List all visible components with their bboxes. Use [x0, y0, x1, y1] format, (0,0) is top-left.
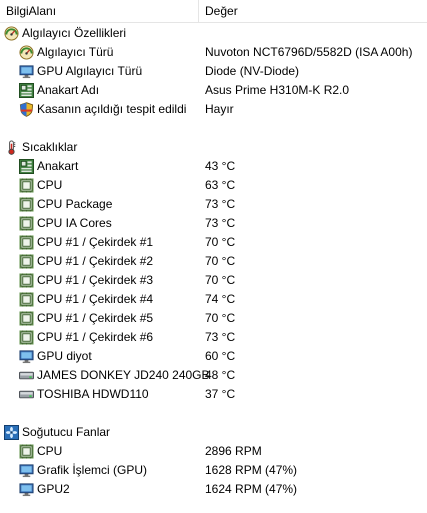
field-label: Anakart: [37, 159, 79, 173]
sensor-row[interactable]: CPU #1 / Çekirdek #1 70 °C: [0, 233, 427, 252]
field-value: 48 °C: [205, 368, 236, 382]
sensor-row[interactable]: CPU #1 / Çekirdek #2 70 °C: [0, 252, 427, 271]
field-value: Hayır: [205, 102, 234, 116]
sensor-row[interactable]: CPU #1 / Çekirdek #3 70 °C: [0, 271, 427, 290]
sensor-row[interactable]: Algılayıcı Türü Nuvoton NCT6796D/5582D (I…: [0, 43, 427, 62]
monitor-icon: [19, 64, 34, 79]
field-value: 60 °C: [205, 349, 236, 363]
field-value: 70 °C: [205, 273, 236, 287]
field-value: 73 °C: [205, 216, 236, 230]
field-value: 70 °C: [205, 254, 236, 268]
cpu-chip-icon: [19, 254, 34, 269]
cpu-chip-icon: [19, 292, 34, 307]
monitor-icon: [19, 463, 34, 478]
field-value: 74 °C: [205, 292, 236, 306]
section-header[interactable]: Sıcaklıklar: [0, 138, 427, 157]
field-value: 1624 RPM (47%): [205, 482, 298, 496]
sensor-row[interactable]: CPU #1 / Çekirdek #6 73 °C: [0, 328, 427, 347]
sensor-row[interactable]: CPU #1 / Çekirdek #5 70 °C: [0, 309, 427, 328]
column-divider[interactable]: [198, 0, 199, 22]
monitor-icon: [19, 349, 34, 364]
field-value: Asus Prime H310M-K R2.0: [205, 83, 350, 97]
sensor-row[interactable]: TOSHIBA HDWD110 37 °C: [0, 385, 427, 404]
sensor-row[interactable]: CPU 63 °C: [0, 176, 427, 195]
sensor-row[interactable]: Kasanın açıldığı tespit edildi Hayır: [0, 100, 427, 119]
sensor-row[interactable]: CPU #1 / Çekirdek #4 74 °C: [0, 290, 427, 309]
cpu-chip-icon: [19, 216, 34, 231]
fan-icon: [4, 425, 19, 440]
field-label: CPU: [37, 444, 63, 458]
sensor-gauge-icon: [4, 26, 19, 41]
cpu-chip-icon: [19, 444, 34, 459]
field-label: CPU #1 / Çekirdek #4: [37, 292, 154, 306]
field-label: GPU Algılayıcı Türü: [37, 64, 143, 78]
drive-icon: [19, 387, 34, 402]
thermometer-icon: [4, 140, 19, 155]
field-value: 2896 RPM: [205, 444, 262, 458]
section-title: Algılayıcı Özellikleri: [22, 26, 127, 40]
field-label: Grafik İşlemci (GPU): [37, 463, 148, 477]
field-label: Kasanın açıldığı tespit edildi: [37, 102, 187, 116]
sensor-row[interactable]: CPU IA Cores 73 °C: [0, 214, 427, 233]
sensor-row[interactable]: CPU 2896 RPM: [0, 442, 427, 461]
field-label: JAMES DONKEY JD240 240GB: [37, 368, 210, 382]
cpu-chip-icon: [19, 273, 34, 288]
sensor-row[interactable]: Anakart 43 °C: [0, 157, 427, 176]
field-label: TOSHIBA HDWD110: [37, 387, 149, 401]
field-label: GPU2: [37, 482, 70, 496]
field-label: Anakart Adı: [37, 83, 100, 97]
field-label: CPU #1 / Çekirdek #2: [37, 254, 154, 268]
field-value: 63 °C: [205, 178, 236, 192]
header-value-column[interactable]: Değer: [205, 4, 238, 18]
sensor-row[interactable]: GPU Algılayıcı Türü Diode (NV-Diode): [0, 62, 427, 81]
column-header: BilgiAlanı Değer: [0, 0, 427, 23]
drive-icon: [19, 368, 34, 383]
sensor-row[interactable]: Anakart Adı Asus Prime H310M-K R2.0: [0, 81, 427, 100]
field-label: CPU #1 / Çekirdek #3: [37, 273, 154, 287]
sensor-row[interactable]: JAMES DONKEY JD240 240GB 48 °C: [0, 366, 427, 385]
monitor-icon: [19, 482, 34, 497]
field-value: 70 °C: [205, 235, 236, 249]
cpu-chip-icon: [19, 197, 34, 212]
section-title: Soğutucu Fanlar: [22, 425, 111, 439]
field-label: CPU #1 / Çekirdek #6: [37, 330, 154, 344]
cpu-chip-icon: [19, 235, 34, 250]
field-label: GPU diyot: [37, 349, 92, 363]
section-header[interactable]: Algılayıcı Özellikleri: [0, 24, 427, 43]
motherboard-icon: [19, 83, 34, 98]
section-header[interactable]: Soğutucu Fanlar: [0, 423, 427, 442]
sensor-row[interactable]: GPU diyot 60 °C: [0, 347, 427, 366]
sensor-row[interactable]: GPU2 1624 RPM (47%): [0, 480, 427, 499]
sensor-row[interactable]: CPU Package 73 °C: [0, 195, 427, 214]
field-label: CPU #1 / Çekirdek #1: [37, 235, 154, 249]
field-value: 43 °C: [205, 159, 236, 173]
field-value: 73 °C: [205, 330, 236, 344]
field-value: Diode (NV-Diode): [205, 64, 300, 78]
field-value: 70 °C: [205, 311, 236, 325]
field-value: Nuvoton NCT6796D/5582D (ISA A00h): [205, 45, 413, 59]
sensor-gauge-icon: [19, 45, 34, 60]
field-label: CPU #1 / Çekirdek #5: [37, 311, 154, 325]
cpu-chip-icon: [19, 311, 34, 326]
sensor-row[interactable]: Grafik İşlemci (GPU) 1628 RPM (47%): [0, 461, 427, 480]
field-label: CPU: [37, 178, 63, 192]
field-value: 1628 RPM (47%): [205, 463, 298, 477]
shield-icon: [19, 102, 34, 117]
field-value: 73 °C: [205, 197, 236, 211]
field-label: Algılayıcı Türü: [37, 45, 114, 59]
motherboard-icon: [19, 159, 34, 174]
cpu-chip-icon: [19, 330, 34, 345]
field-label: CPU IA Cores: [37, 216, 112, 230]
section-title: Sıcaklıklar: [22, 140, 78, 154]
field-value: 37 °C: [205, 387, 236, 401]
cpu-chip-icon: [19, 178, 34, 193]
header-field-column[interactable]: BilgiAlanı: [6, 4, 56, 18]
field-label: CPU Package: [37, 197, 113, 211]
